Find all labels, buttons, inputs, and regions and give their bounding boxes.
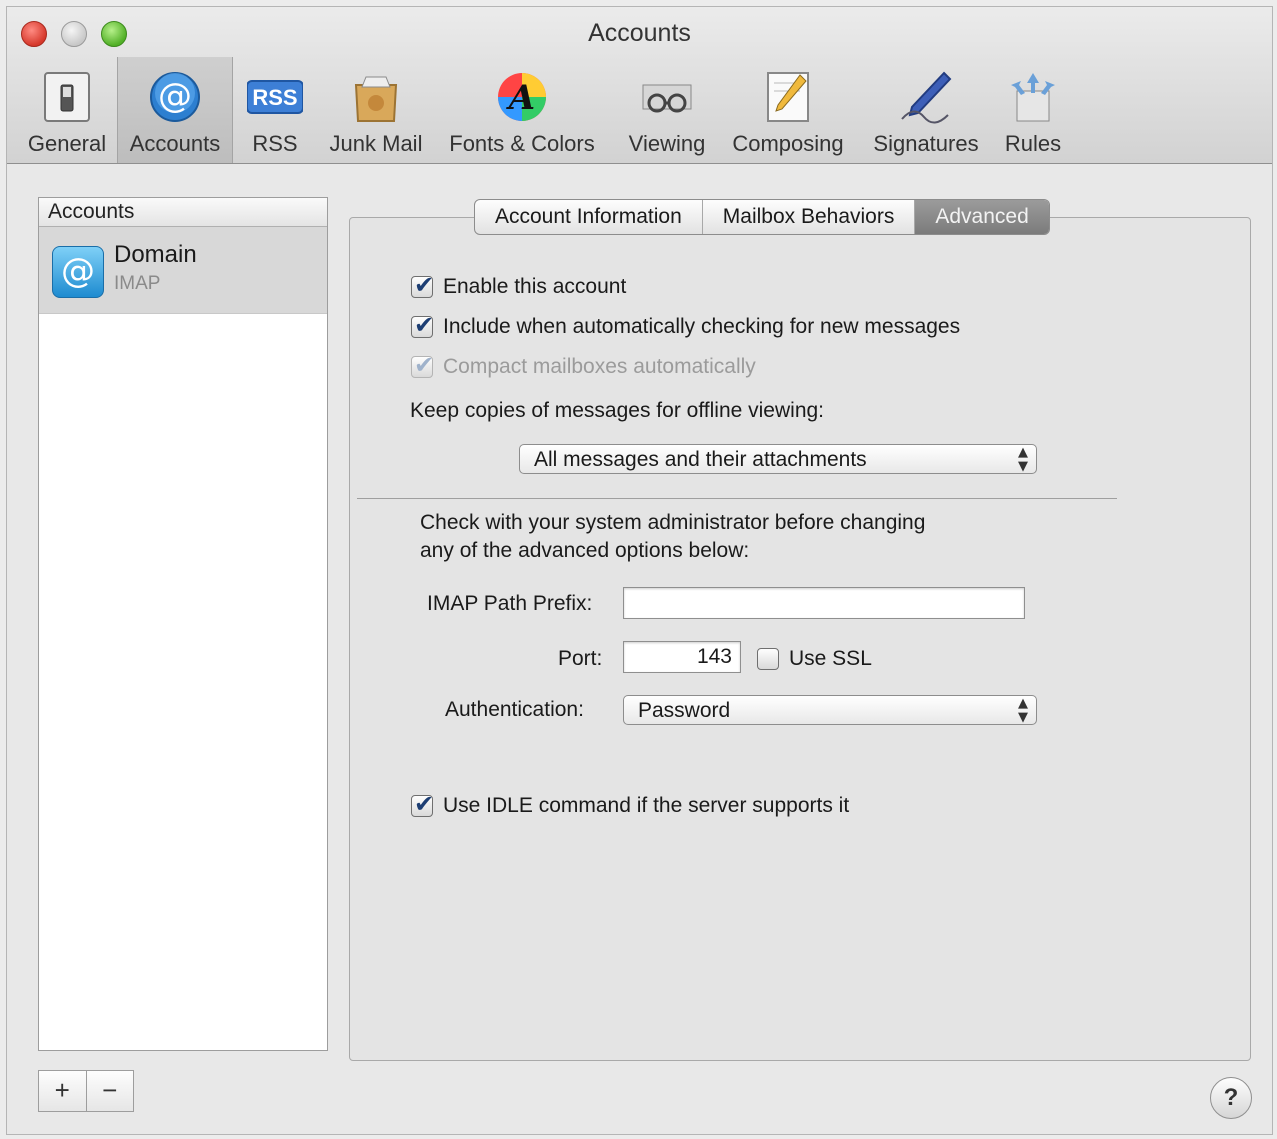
advanced-pane	[349, 217, 1251, 1061]
keep-copies-label: Keep copies of messages for offline view…	[410, 399, 825, 422]
imap-prefix-label: IMAP Path Prefix:	[427, 592, 593, 615]
toolbar-label: Signatures	[873, 131, 979, 156]
at-sign-icon: @	[52, 246, 104, 298]
checkbox-label: Enable this account	[443, 275, 627, 298]
popup-arrows-icon: ▲ ▼	[1018, 696, 1028, 725]
keep-copies-popup[interactable]: All messages and their attachments ▲ ▼	[519, 444, 1037, 474]
account-name: Domain	[114, 241, 197, 268]
use-ssl-checkbox[interactable]: Use SSL	[757, 647, 872, 671]
toolbar-label: Composing	[732, 131, 844, 156]
svg-text:A: A	[506, 78, 535, 118]
toolbar-item-composing[interactable]: Composing	[723, 57, 853, 163]
remove-account-button[interactable]: −	[85, 1071, 134, 1111]
checkbox-box[interactable]	[757, 648, 779, 671]
port-label: Port:	[558, 647, 603, 670]
tab-advanced[interactable]: Advanced	[914, 200, 1049, 234]
checkbox-label: Use IDLE command if the server supports …	[443, 794, 850, 817]
toolbar-item-fonts-colors[interactable]: A Fonts & Colors	[439, 57, 605, 163]
toolbar-item-accounts[interactable]: @ Accounts	[117, 57, 233, 163]
signature-pen-icon	[901, 71, 952, 124]
toolbar-item-rss[interactable]: RSS RSS	[231, 57, 319, 163]
viewing-glasses-icon	[642, 84, 692, 113]
rules-arrows-icon	[1011, 73, 1055, 122]
enable-account-checkbox[interactable]: Enable this account	[411, 271, 627, 299]
checkbox-box	[411, 351, 434, 379]
svg-text:@: @	[158, 76, 192, 116]
toolbar-label: Accounts	[129, 131, 221, 156]
authentication-popup[interactable]: Password ▲ ▼	[623, 695, 1037, 725]
preferences-window: Accounts General @ Accounts RSS RSS Junk…	[6, 6, 1273, 1135]
checkbox-box[interactable]	[411, 790, 434, 818]
toolbar-item-rules[interactable]: Rules	[995, 57, 1071, 163]
popup-arrows-icon: ▲ ▼	[1018, 445, 1028, 474]
toolbar-item-viewing[interactable]: Viewing	[617, 57, 717, 163]
compact-mailboxes-checkbox: Compact mailboxes automatically	[411, 351, 756, 379]
toolbar-label: Junk Mail	[329, 131, 423, 156]
accounts-list[interactable]: Accounts @ Domain IMAP	[38, 197, 328, 1051]
add-account-button[interactable]: +	[39, 1071, 86, 1111]
fonts-colors-icon: A	[498, 73, 546, 121]
tab-mailbox-behaviors[interactable]: Mailbox Behaviors	[701, 200, 915, 234]
checkbox-label: Include when automatically checking for …	[443, 315, 961, 338]
account-row-domain[interactable]: @ Domain IMAP	[39, 227, 327, 314]
include-auto-check-checkbox[interactable]: Include when automatically checking for …	[411, 311, 961, 339]
accounts-list-header: Accounts	[39, 198, 327, 227]
account-add-remove: + −	[38, 1070, 134, 1112]
checkbox-box[interactable]	[411, 311, 434, 339]
toolbar-item-general[interactable]: General	[17, 57, 117, 163]
imap-prefix-field[interactable]	[623, 587, 1025, 619]
toolbar-label: RSS	[252, 131, 298, 156]
composing-pencil-icon	[767, 72, 809, 122]
tab-account-information[interactable]: Account Information	[475, 200, 702, 234]
tab-bar: Account Information Mailbox Behaviors Ad…	[474, 199, 1050, 235]
svg-text:RSS: RSS	[252, 85, 297, 110]
rss-icon: RSS	[247, 80, 303, 114]
account-type: IMAP	[114, 273, 161, 294]
authentication-label: Authentication:	[445, 698, 584, 721]
checkbox-box[interactable]	[411, 271, 434, 299]
toolbar-item-signatures[interactable]: Signatures	[863, 57, 989, 163]
use-idle-checkbox[interactable]: Use IDLE command if the server supports …	[411, 790, 850, 818]
toolbar-label: Fonts & Colors	[449, 131, 595, 156]
separator	[357, 498, 1117, 499]
toolbar-label: Viewing	[628, 131, 706, 156]
keep-copies-value: All messages and their attachments	[534, 448, 867, 471]
checkbox-label: Use SSL	[789, 647, 872, 670]
port-field[interactable]: 143	[623, 641, 741, 673]
general-switch-icon	[44, 72, 90, 122]
authentication-value: Password	[638, 699, 731, 722]
toolbar: Accounts General @ Accounts RSS RSS Junk…	[7, 7, 1272, 164]
warning-line-2: any of the advanced options below:	[420, 539, 750, 562]
checkbox-label: Compact mailboxes automatically	[443, 355, 756, 378]
toolbar-label: General	[27, 131, 107, 156]
at-sign-icon: @	[150, 72, 200, 122]
warning-line-1: Check with your system administrator bef…	[420, 511, 926, 534]
help-button[interactable]: ?	[1210, 1077, 1252, 1119]
toolbar-label: Rules	[1004, 131, 1062, 156]
window-title: Accounts	[588, 19, 691, 47]
junk-mail-icon	[354, 76, 398, 122]
toolbar-item-junk-mail[interactable]: Junk Mail	[323, 57, 429, 163]
